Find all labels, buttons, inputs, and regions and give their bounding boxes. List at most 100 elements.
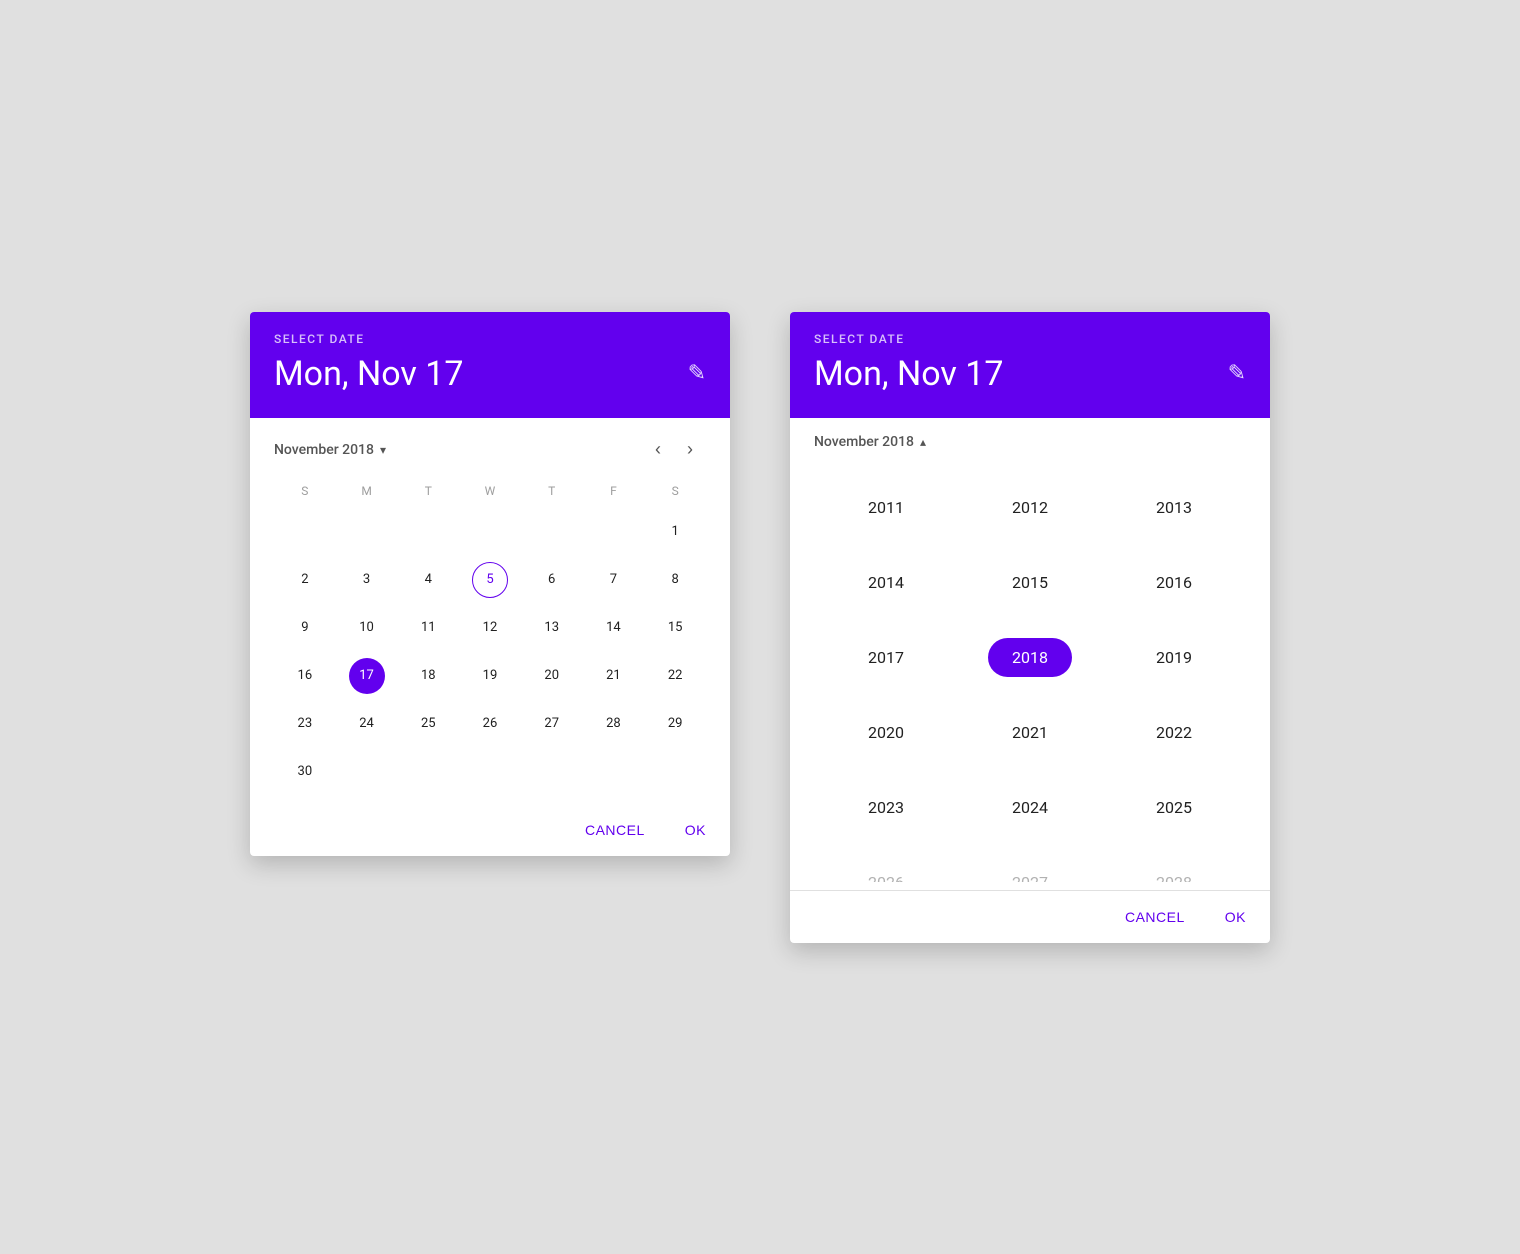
- day-number[interactable]: 8: [657, 562, 693, 598]
- calendar-header: SELECT DATE Mon, Nov 17 ✎: [250, 312, 730, 418]
- day-number[interactable]: 13: [534, 610, 570, 646]
- year-number[interactable]: 2023: [844, 788, 928, 827]
- cancel-button-left[interactable]: CANCEL: [569, 812, 661, 848]
- year-number[interactable]: 2025: [1132, 788, 1216, 827]
- day-cell: 21: [583, 652, 645, 700]
- day-number[interactable]: 9: [287, 610, 323, 646]
- year-cell: 2020: [814, 695, 958, 770]
- year-number[interactable]: 2012: [988, 488, 1072, 527]
- next-month-button[interactable]: ›: [674, 434, 706, 466]
- day-number[interactable]: 20: [534, 658, 570, 694]
- month-label-text: November 2018: [274, 442, 374, 458]
- day-number[interactable]: 25: [410, 706, 446, 742]
- day-number: [410, 754, 446, 790]
- day-cell: [644, 748, 706, 796]
- day-cell: [397, 748, 459, 796]
- day-number[interactable]: 3: [349, 562, 385, 598]
- day-number[interactable]: 27: [534, 706, 570, 742]
- day-cell: 5: [459, 556, 521, 604]
- day-number[interactable]: 10: [349, 610, 385, 646]
- day-cell: [274, 508, 336, 556]
- weekday-label: S: [644, 478, 706, 504]
- year-number[interactable]: 2014: [844, 563, 928, 602]
- weekday-label: T: [397, 478, 459, 504]
- year-number[interactable]: 2018: [988, 638, 1072, 677]
- year-cell: 2023: [814, 770, 958, 845]
- day-number[interactable]: 15: [657, 610, 693, 646]
- day-cell: 11: [397, 604, 459, 652]
- year-cell: 2022: [1102, 695, 1246, 770]
- day-number[interactable]: 29: [657, 706, 693, 742]
- edit-icon-left[interactable]: ✎: [688, 361, 706, 386]
- day-number[interactable]: 30: [287, 754, 323, 790]
- day-cell: 4: [397, 556, 459, 604]
- day-number[interactable]: 17: [349, 658, 385, 694]
- day-number[interactable]: 14: [595, 610, 631, 646]
- day-cell: 2: [274, 556, 336, 604]
- year-number[interactable]: 2024: [988, 788, 1072, 827]
- month-label-text-right: November 2018: [814, 434, 914, 450]
- day-number[interactable]: 12: [472, 610, 508, 646]
- day-cell: 26: [459, 700, 521, 748]
- day-number[interactable]: 18: [410, 658, 446, 694]
- year-picker-header: SELECT DATE Mon, Nov 17 ✎: [790, 312, 1270, 418]
- ok-button-right[interactable]: OK: [1209, 899, 1262, 935]
- day-number[interactable]: 16: [287, 658, 323, 694]
- prev-month-button[interactable]: ‹: [642, 434, 674, 466]
- day-number[interactable]: 6: [534, 562, 570, 598]
- day-cell: [583, 508, 645, 556]
- ok-button-left[interactable]: OK: [669, 812, 722, 848]
- cancel-button-right[interactable]: CANCEL: [1109, 899, 1201, 935]
- year-number[interactable]: 2021: [988, 713, 1072, 752]
- year-number[interactable]: 2020: [844, 713, 928, 752]
- year-number[interactable]: 2027: [988, 863, 1072, 882]
- year-cell: 2013: [1102, 470, 1246, 545]
- select-date-label-right: SELECT DATE: [814, 332, 1246, 346]
- day-cell: 8: [644, 556, 706, 604]
- day-number[interactable]: 21: [595, 658, 631, 694]
- day-number: [534, 514, 570, 550]
- day-cell: 29: [644, 700, 706, 748]
- day-number[interactable]: 19: [472, 658, 508, 694]
- year-picker-dialog: SELECT DATE Mon, Nov 17 ✎ November 2018 …: [790, 312, 1270, 943]
- year-number[interactable]: 2015: [988, 563, 1072, 602]
- day-number[interactable]: 1: [657, 514, 693, 550]
- year-number[interactable]: 2016: [1132, 563, 1216, 602]
- day-cell: 13: [521, 604, 583, 652]
- year-number[interactable]: 2013: [1132, 488, 1216, 527]
- day-number[interactable]: 11: [410, 610, 446, 646]
- select-date-label-left: SELECT DATE: [274, 332, 706, 346]
- calendar-body: November 2018 ▾ ‹ › SMTWTFS 123456789101…: [250, 418, 730, 804]
- year-cell: 2027: [958, 845, 1102, 882]
- day-number[interactable]: 22: [657, 658, 693, 694]
- day-number: [595, 514, 631, 550]
- day-number[interactable]: 5: [472, 562, 508, 598]
- year-number[interactable]: 2028: [1132, 863, 1216, 882]
- day-cell: 15: [644, 604, 706, 652]
- day-cell: 6: [521, 556, 583, 604]
- weekday-label: T: [521, 478, 583, 504]
- edit-icon-right[interactable]: ✎: [1228, 361, 1246, 386]
- day-cell: 19: [459, 652, 521, 700]
- year-number[interactable]: 2011: [844, 488, 928, 527]
- day-number[interactable]: 28: [595, 706, 631, 742]
- year-cell: 2028: [1102, 845, 1246, 882]
- day-number: [595, 754, 631, 790]
- day-number[interactable]: 23: [287, 706, 323, 742]
- year-number[interactable]: 2019: [1132, 638, 1216, 677]
- month-nav-right: November 2018 ▴: [814, 434, 1246, 450]
- day-cell: [583, 748, 645, 796]
- year-number[interactable]: 2026: [844, 863, 928, 882]
- day-number[interactable]: 26: [472, 706, 508, 742]
- month-label-right[interactable]: November 2018 ▴: [814, 434, 1246, 450]
- day-number[interactable]: 2: [287, 562, 323, 598]
- year-number[interactable]: 2022: [1132, 713, 1216, 752]
- day-cell: [397, 508, 459, 556]
- day-number[interactable]: 7: [595, 562, 631, 598]
- day-number[interactable]: 4: [410, 562, 446, 598]
- month-label-left[interactable]: November 2018 ▾: [274, 442, 642, 458]
- year-number[interactable]: 2017: [844, 638, 928, 677]
- day-number[interactable]: 24: [349, 706, 385, 742]
- year-cell: 2015: [958, 545, 1102, 620]
- calendar-grid: 1234567891011121314151617181920212223242…: [274, 508, 706, 796]
